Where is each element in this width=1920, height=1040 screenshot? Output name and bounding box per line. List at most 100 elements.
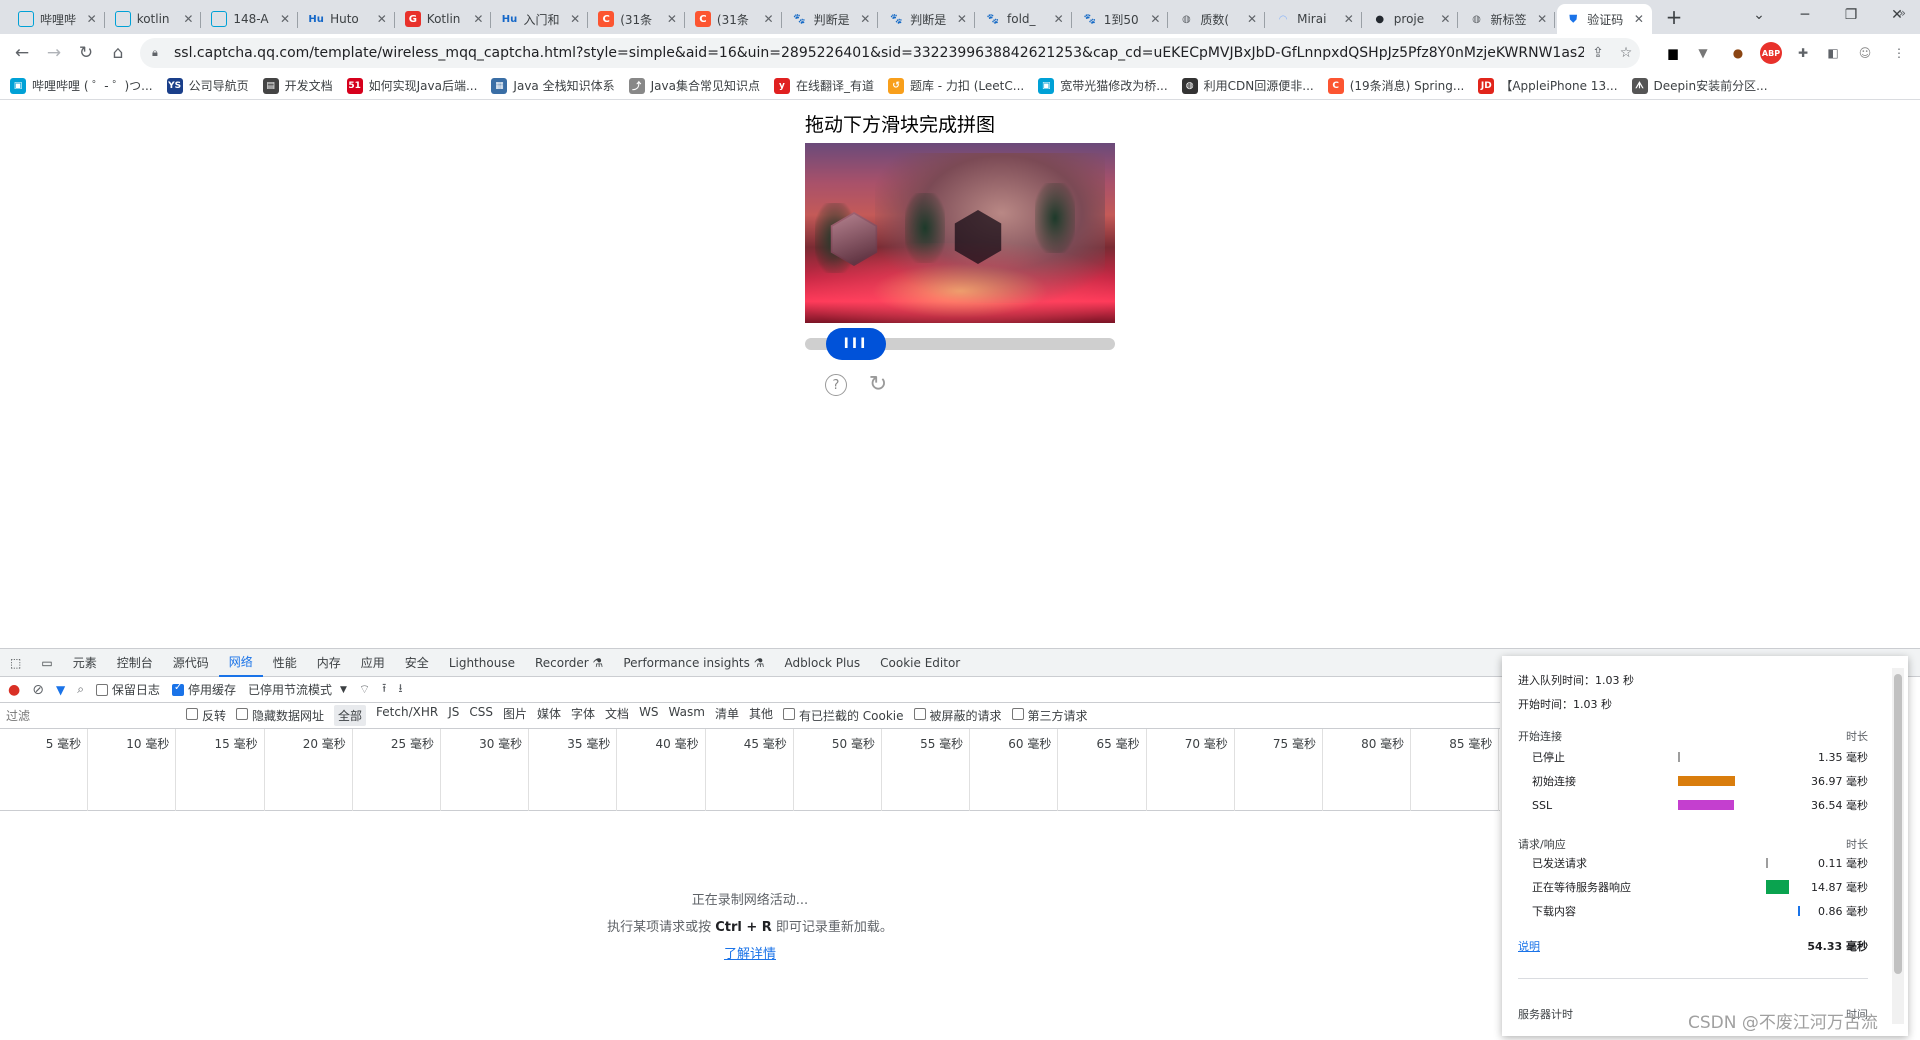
clear-icon[interactable]: ⊘ xyxy=(32,682,44,698)
tab[interactable]: Hu Huto ✕ xyxy=(300,4,395,34)
devtools-tab[interactable]: 应用 xyxy=(351,649,395,677)
cookie-icon[interactable]: ● xyxy=(1727,42,1749,64)
bookmark-star-icon[interactable]: ☆ xyxy=(1612,45,1640,61)
close-window-icon[interactable]: ✕ xyxy=(1874,0,1920,30)
tab[interactable]: 🐾 fold_ ✕ xyxy=(977,4,1072,34)
devtools-tab[interactable]: Adblock Plus xyxy=(774,649,870,677)
bookmark-item[interactable]: 51 如何实现Java后端... xyxy=(346,77,477,94)
tab[interactable]: ● proje ✕ xyxy=(1364,4,1459,34)
devtools-tab[interactable]: 控制台 xyxy=(107,649,163,677)
devtools-tab[interactable]: Performance insights ⚗ xyxy=(613,649,774,677)
tab[interactable]: ⛊ 验证码 ✕ xyxy=(1557,4,1652,34)
close-tab-icon[interactable]: ✕ xyxy=(570,12,580,26)
close-tab-icon[interactable]: ✕ xyxy=(87,12,97,26)
close-tab-icon[interactable]: ✕ xyxy=(280,12,290,26)
close-tab-icon[interactable]: ✕ xyxy=(764,12,774,26)
popover-scrollbar[interactable] xyxy=(1892,668,1904,1024)
network-overview-timeline[interactable]: 5 毫秒 10 毫秒 15 毫秒 20 毫秒 25 毫秒 30 毫秒 35 毫秒 40 毫秒 4… xyxy=(0,729,1500,811)
bookmark-item[interactable]: JD 【AppleiPhone 13... xyxy=(1478,77,1618,94)
preserve-log-checkbox[interactable]: 保留日志 xyxy=(95,681,160,698)
side-panel-icon[interactable]: ◧ xyxy=(1822,42,1844,64)
disable-cache-checkbox[interactable]: 停用缓存 xyxy=(171,681,236,698)
resource-type-filter[interactable]: JS xyxy=(448,705,459,726)
tab[interactable]: 哔哩哔 ✕ xyxy=(10,4,105,34)
bookmarks-more-icon[interactable]: » xyxy=(1899,6,1906,20)
share-icon[interactable]: ⇪ xyxy=(1584,45,1612,61)
refresh-icon[interactable]: ↻ xyxy=(866,372,890,397)
devtools-tab[interactable]: 源代码 xyxy=(163,649,219,677)
devtools-tab[interactable]: 内存 xyxy=(307,649,351,677)
bookmark-item[interactable]: C (19条消息) Spring... xyxy=(1327,77,1464,94)
devtools-tab[interactable]: Cookie Editor xyxy=(870,649,970,677)
home-icon[interactable]: ⌂ xyxy=(104,40,132,66)
tab[interactable]: G Kotlin ✕ xyxy=(397,4,492,34)
url-text[interactable]: ssl.captcha.qq.com/template/wireless_mqq… xyxy=(174,45,1584,61)
tab[interactable]: ◍ 新标签 ✕ xyxy=(1461,4,1556,34)
close-tab-icon[interactable]: ✕ xyxy=(667,12,677,26)
forward-icon[interactable]: → xyxy=(40,40,68,66)
bookmark-item[interactable]: YS 公司导航页 xyxy=(166,77,249,94)
hide-data-urls-checkbox[interactable]: 隐藏数据网址 xyxy=(236,707,324,724)
extension-vue-icon[interactable]: ▼ xyxy=(1692,42,1714,64)
devtools-tab[interactable]: 网络 xyxy=(218,649,263,677)
learn-more-link[interactable]: 了解详情 xyxy=(724,947,776,962)
restore-icon[interactable]: ❐ xyxy=(1828,0,1874,30)
tab[interactable]: ◍ 质数(✕ xyxy=(1170,4,1266,34)
minimize-icon[interactable]: ─ xyxy=(1782,0,1828,30)
resource-type-filter[interactable]: 字体 xyxy=(571,705,595,726)
resource-type-filter[interactable]: 其他 xyxy=(749,705,773,726)
bookmark-item[interactable]: ↺ 题库 - 力扣 (LeetC... xyxy=(887,77,1024,94)
tab[interactable]: 🐾 判断是 ✕ xyxy=(880,4,975,34)
close-tab-icon[interactable]: ✕ xyxy=(183,12,193,26)
tab[interactable]: 🐾 1到50 ✕ xyxy=(1074,4,1169,34)
extensions-puzzle-icon[interactable]: ✚ xyxy=(1792,42,1814,64)
close-tab-icon[interactable]: ✕ xyxy=(1247,12,1257,26)
close-tab-icon[interactable]: ✕ xyxy=(957,12,967,26)
close-tab-icon[interactable]: ✕ xyxy=(377,12,387,26)
close-tab-icon[interactable]: ✕ xyxy=(1054,12,1064,26)
search-icon[interactable]: ⌕ xyxy=(77,682,84,697)
resource-type-filter[interactable]: Wasm xyxy=(669,705,705,726)
close-tab-icon[interactable]: ✕ xyxy=(860,12,870,26)
bookmark-item[interactable]: ▣ 宽带光猫修改为桥... xyxy=(1038,77,1168,94)
blocked-cookies-checkbox[interactable]: 有已拦截的 Cookie xyxy=(782,707,904,724)
tab[interactable]: kotlin ✕ xyxy=(107,4,202,34)
inspect-icon[interactable]: ⬚ xyxy=(0,649,31,677)
tab[interactable]: C (31条 ✕ xyxy=(590,4,685,34)
close-tab-icon[interactable]: ✕ xyxy=(1537,12,1547,26)
help-icon[interactable]: ? xyxy=(825,374,847,396)
resource-type-filter[interactable]: 文档 xyxy=(605,705,629,726)
close-tab-icon[interactable]: ✕ xyxy=(1634,12,1644,26)
blocked-requests-checkbox[interactable]: 被屏蔽的请求 xyxy=(913,707,1002,724)
third-party-checkbox[interactable]: 第三方请求 xyxy=(1011,707,1088,724)
bookmark-item[interactable]: ᗑ Deepin安装前分区... xyxy=(1631,77,1768,94)
close-tab-icon[interactable]: ✕ xyxy=(1344,12,1354,26)
tab[interactable]: C (31条 ✕ xyxy=(687,4,782,34)
network-conditions-icon[interactable]: ⌔ xyxy=(359,682,370,697)
resource-type-filter[interactable]: Fetch/XHR xyxy=(376,705,438,726)
devtools-tab[interactable]: 元素 xyxy=(63,649,107,677)
record-icon[interactable]: ● xyxy=(8,682,20,698)
adblock-icon[interactable]: ABP xyxy=(1760,42,1782,64)
menu-icon[interactable]: ⋮ xyxy=(1888,42,1910,64)
resource-type-filter[interactable]: 媒体 xyxy=(537,705,561,726)
invert-checkbox[interactable]: 反转 xyxy=(186,707,226,724)
filter-input[interactable] xyxy=(6,705,176,726)
bookmark-item[interactable]: ▤ 开发文档 xyxy=(262,77,333,94)
slider-handle[interactable]: III xyxy=(826,328,886,360)
export-icon[interactable]: ⭳ xyxy=(398,679,402,700)
throttling-select[interactable]: 已停用节流模式 ▼ xyxy=(248,681,347,698)
tab[interactable]: 🐾 判断是 ✕ xyxy=(784,4,879,34)
extension-icon[interactable]: ▆ xyxy=(1662,42,1684,64)
tab[interactable]: ◠ Mirai ✕ xyxy=(1267,4,1362,34)
devtools-tab[interactable]: 性能 xyxy=(263,649,307,677)
resource-type-filter[interactable]: 全部 xyxy=(334,705,367,726)
close-tab-icon[interactable]: ✕ xyxy=(1440,12,1450,26)
close-tab-icon[interactable]: ✕ xyxy=(1150,12,1160,26)
devtools-tab[interactable]: Lighthouse xyxy=(439,649,525,677)
back-icon[interactable]: ← xyxy=(8,40,36,66)
bookmark-item[interactable]: y 在线翻译_有道 xyxy=(773,77,874,94)
bookmark-item[interactable]: ▦ Java 全栈知识体系 xyxy=(491,77,615,94)
resource-type-filter[interactable]: 图片 xyxy=(503,705,527,726)
resource-type-filter[interactable]: CSS xyxy=(469,705,493,726)
